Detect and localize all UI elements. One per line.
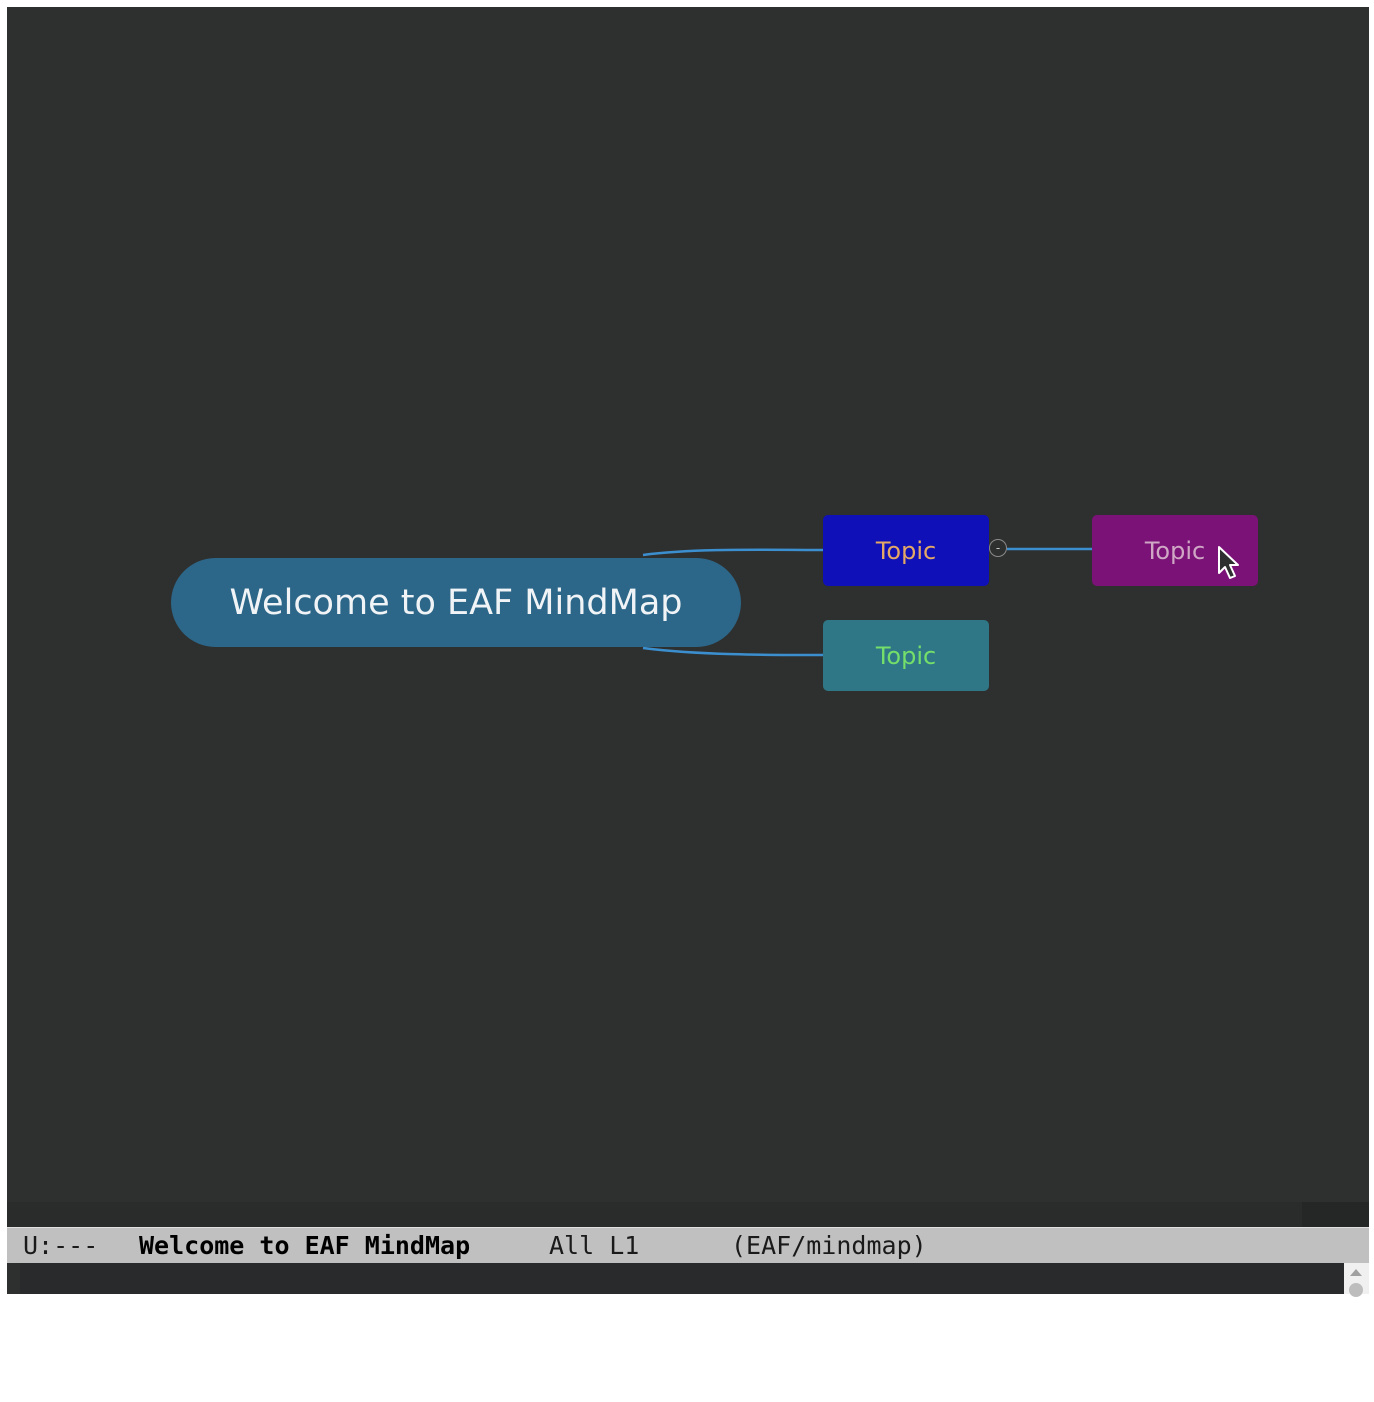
emacs-window: Welcome to EAF MindMap Topic - Topic Top… [7,7,1369,1297]
topic-node-3[interactable]: Topic [1092,515,1258,586]
topic-label: Topic [1144,536,1206,565]
topic-node-1[interactable]: Topic [823,515,989,586]
root-topic-label: Welcome to EAF MindMap [229,582,683,623]
mode-line-buffer-name[interactable]: Welcome to EAF MindMap [139,1231,470,1260]
mode-line-status: U:--- [23,1231,99,1260]
minibuffer[interactable] [7,1263,1369,1297]
root-topic-node[interactable]: Welcome to EAF MindMap [171,558,741,647]
minibuffer-scrollbar[interactable] [1344,1263,1369,1297]
collapse-toggle-button[interactable]: - [989,539,1007,557]
minibuffer-fringe [7,1263,20,1294]
mode-line-position: All L1 [549,1231,640,1260]
mode-line: U:--- Welcome to EAF MindMap All L1 (EAF… [7,1227,1369,1263]
window-corner [1302,1202,1369,1227]
topic-label: Topic [875,536,937,565]
window-bottom-strip [7,1202,1369,1227]
connector-root-to-topic-1 [642,548,824,557]
scrollbar-thumb[interactable] [1349,1283,1363,1297]
topic-label: Topic [875,641,937,670]
mode-line-major-mode[interactable]: (EAF/mindmap) [731,1231,927,1260]
scroll-up-arrow-icon[interactable] [1350,1269,1362,1276]
topic-node-2[interactable]: Topic [823,620,989,691]
mindmap-canvas[interactable]: Welcome to EAF MindMap Topic - Topic Top… [7,7,1369,1202]
connector-root-to-topic-2 [642,646,824,657]
